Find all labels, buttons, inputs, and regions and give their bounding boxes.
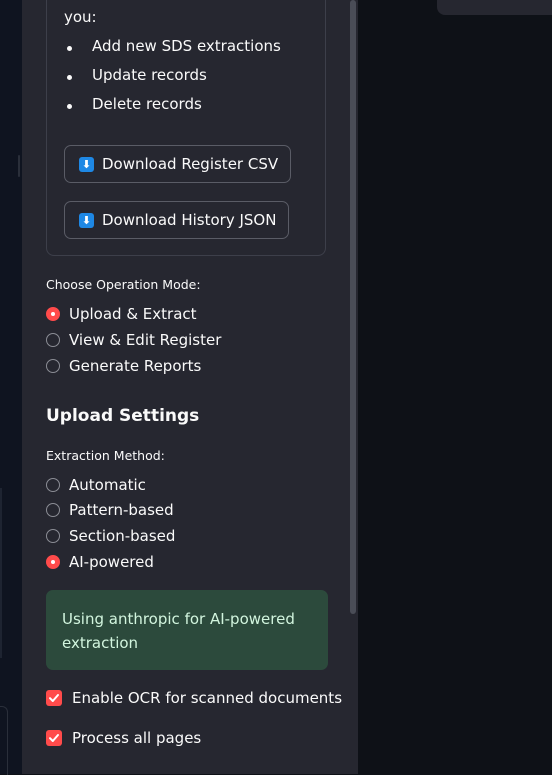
checkbox-label: Process all pages	[72, 729, 202, 747]
ocr-checkbox[interactable]: Enable OCR for scanned documents	[46, 687, 342, 709]
ai-provider-status-message: Using anthropic for AI-powered extractio…	[46, 590, 328, 670]
process-all-pages-checkbox[interactable]: Process all pages	[46, 727, 201, 749]
radio-ai-powered[interactable]: AI-powered	[46, 551, 154, 573]
radio-upload-extract[interactable]: Upload & Extract	[46, 303, 197, 325]
info-text: you:	[64, 8, 97, 26]
bullet-icon	[67, 46, 72, 51]
panel-frame-edge	[0, 488, 2, 658]
radio-icon[interactable]	[46, 333, 60, 347]
radio-label: Section-based	[69, 527, 176, 545]
radio-pattern-based[interactable]: Pattern-based	[46, 499, 174, 521]
checkbox-checked-icon[interactable]	[46, 690, 62, 706]
radio-icon[interactable]	[46, 503, 60, 517]
list-item: Update records	[47, 66, 307, 95]
download-register-csv-button[interactable]: ⬇ Download Register CSV	[64, 145, 292, 183]
button-label: Download Register CSV	[102, 155, 279, 173]
download-history-json-button[interactable]: ⬇ Download History JSON	[64, 201, 290, 239]
sidebar-scrollbar[interactable]	[350, 0, 356, 614]
download-arrow-icon: ⬇	[79, 156, 94, 172]
list-item-text: Delete records	[92, 95, 202, 113]
radio-label: Pattern-based	[69, 501, 174, 519]
panel-frame-corner	[0, 706, 8, 775]
radio-automatic[interactable]: Automatic	[46, 474, 146, 496]
radio-label: Automatic	[69, 476, 146, 494]
radio-label: AI-powered	[69, 553, 154, 571]
download-arrow-icon: ⬇	[79, 212, 94, 228]
radio-label: Generate Reports	[69, 357, 202, 375]
upload-settings-heading: Upload Settings	[46, 406, 200, 426]
radio-icon[interactable]	[46, 359, 60, 373]
radio-icon[interactable]	[46, 478, 60, 492]
list-item-text: Add new SDS extractions	[92, 37, 281, 55]
bullet-icon	[67, 75, 72, 80]
panel-edge-handle	[18, 155, 20, 177]
radio-label: Upload & Extract	[69, 305, 197, 323]
list-item-text: Update records	[92, 66, 207, 84]
checkbox-label: Enable OCR for scanned documents	[72, 689, 343, 707]
radio-selected-icon[interactable]	[46, 555, 60, 569]
permissions-info-box: you: Add new SDS extractions Update reco…	[46, 0, 326, 256]
operation-mode-label: Choose Operation Mode:	[46, 277, 201, 292]
bullet-icon	[67, 104, 72, 109]
radio-icon[interactable]	[46, 529, 60, 543]
list-item: Delete records	[47, 95, 307, 124]
checkbox-checked-icon[interactable]	[46, 730, 62, 746]
radio-generate-reports[interactable]: Generate Reports	[46, 355, 201, 377]
radio-section-based[interactable]: Section-based	[46, 525, 175, 547]
list-item: Add new SDS extractions	[47, 37, 307, 66]
radio-label: View & Edit Register	[69, 331, 222, 349]
button-label: Download History JSON	[102, 211, 277, 229]
radio-view-edit-register[interactable]: View & Edit Register	[46, 329, 221, 351]
left-panel-strip	[0, 0, 22, 775]
main-content-container	[437, 0, 552, 15]
extraction-method-label: Extraction Method:	[46, 448, 165, 463]
radio-selected-icon[interactable]	[46, 307, 60, 321]
